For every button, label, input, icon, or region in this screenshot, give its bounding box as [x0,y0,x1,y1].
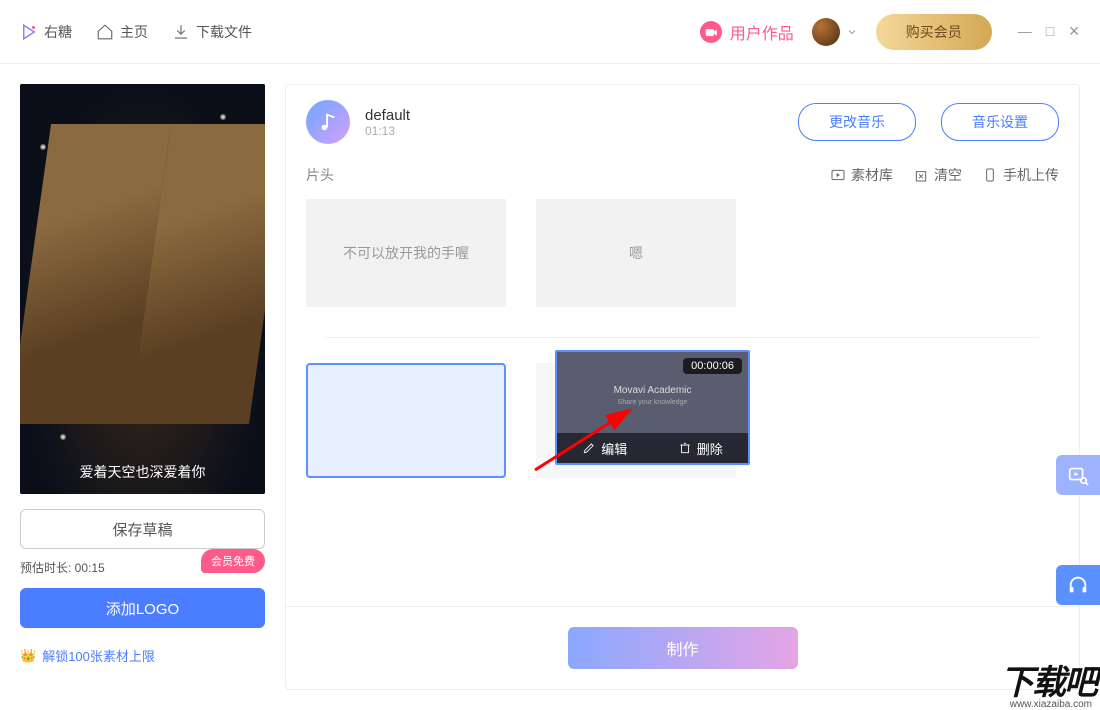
sidebar: 爱着天空也深爱着你 保存草稿 预估时长: 00:15 会员免费 添加LOGO 👑… [20,84,265,690]
maximize-button[interactable]: □ [1046,23,1054,40]
thumb-duration: 00:00:06 [683,358,742,374]
music-settings-button[interactable]: 音乐设置 [941,103,1059,141]
pencil-icon [582,441,596,455]
float-support-button[interactable] [1056,565,1100,605]
clip-selected[interactable] [306,363,506,478]
close-button[interactable]: ✕ [1068,23,1080,40]
edit-button[interactable]: 编辑 [582,439,627,458]
delete-button[interactable]: 删除 [678,439,723,458]
trash-icon [678,441,692,455]
clip-tile-1[interactable]: 不可以放开我的手喔 [306,199,506,307]
music-info: default 01:13 [365,107,773,138]
play-icon [20,23,38,41]
watermark-url: www.xiazaiba.com [1010,699,1092,710]
main-container: 爱着天空也深爱着你 保存草稿 预估时长: 00:15 会员免费 添加LOGO 👑… [0,64,1100,710]
bottom-bar: 制作 [286,606,1079,689]
make-button[interactable]: 制作 [568,627,798,669]
side-float-icons [1056,455,1100,605]
edit-label: 编辑 [601,439,627,458]
buy-vip-button[interactable]: 购买会员 [876,14,992,50]
unlock-link[interactable]: 👑 解锁100张素材上限 [20,646,265,665]
download-icon [172,23,190,41]
clear-icon [913,167,929,183]
camera-icon [700,21,722,43]
clip-text: 不可以放开我的手喔 [343,243,469,263]
music-bar: default 01:13 更改音乐 音乐设置 [286,85,1079,159]
material-library-button[interactable]: 素材库 [830,165,893,185]
save-draft-button[interactable]: 保存草稿 [20,509,265,549]
user-works-label: 用户作品 [730,20,794,44]
chevron-down-icon [846,26,858,38]
avatar-dropdown[interactable] [812,18,858,46]
play-search-icon [1067,464,1089,486]
download-label: 下载文件 [196,22,252,42]
clear-button[interactable]: 清空 [913,165,962,185]
header-right: 用户作品 购买会员 — □ ✕ [700,14,1080,50]
clips-row-1: 不可以放开我的手喔 嗯 [306,199,1059,307]
mobile-upload-label: 手机上传 [1003,165,1059,185]
watermark-logo: 下载吧 [1000,655,1096,704]
headset-icon [1067,574,1089,596]
section-bar: 片头 素材库 清空 手机上传 [286,159,1079,191]
library-label: 素材库 [851,165,893,185]
clip-tile-2[interactable]: 嗯 [536,199,736,307]
change-music-button[interactable]: 更改音乐 [798,103,916,141]
duration-row: 预估时长: 00:15 会员免费 [20,559,265,576]
preview-caption: 爱着天空也深爱着你 [20,462,265,482]
add-logo-button[interactable]: 添加LOGO [20,588,265,628]
vip-badge: 会员免费 [201,549,265,573]
brand-logo[interactable]: 右糖 [20,22,72,42]
float-preview-button[interactable] [1056,455,1100,495]
brand-label: 右糖 [44,22,72,42]
thumb-title: Movavi Academic Share your knowledge [614,385,692,407]
library-icon [830,167,846,183]
delete-label: 删除 [697,439,723,458]
minimize-button[interactable]: — [1018,23,1032,40]
clip-text: 嗯 [629,243,643,263]
section-title: 片头 [306,165,830,185]
music-icon [306,100,350,144]
floating-thumbnail[interactable]: 00:00:06 Movavi Academic Share your know… [555,350,750,465]
music-name: default [365,107,773,124]
crown-icon: 👑 [20,648,36,664]
music-duration: 01:13 [365,124,773,138]
home-link[interactable]: 主页 [96,22,148,42]
divider [326,337,1039,338]
avatar [812,18,840,46]
header-left: 右糖 主页 下载文件 [20,22,252,42]
unlock-label: 解锁100张素材上限 [42,646,155,665]
phone-icon [982,167,998,183]
home-icon [96,23,114,41]
duration-label: 预估时长: 00:15 [20,561,105,575]
user-works-link[interactable]: 用户作品 [700,20,794,44]
thumb-actions: 编辑 删除 [557,433,748,463]
header: 右糖 主页 下载文件 用户作品 购买会员 — □ ✕ [0,0,1100,64]
mobile-upload-button[interactable]: 手机上传 [982,165,1059,185]
home-label: 主页 [120,22,148,42]
section-actions: 素材库 清空 手机上传 [830,165,1059,185]
window-controls: — □ ✕ [1018,23,1080,40]
clear-label: 清空 [934,165,962,185]
preview-image[interactable]: 爱着天空也深爱着你 [20,84,265,494]
download-link[interactable]: 下载文件 [172,22,252,42]
